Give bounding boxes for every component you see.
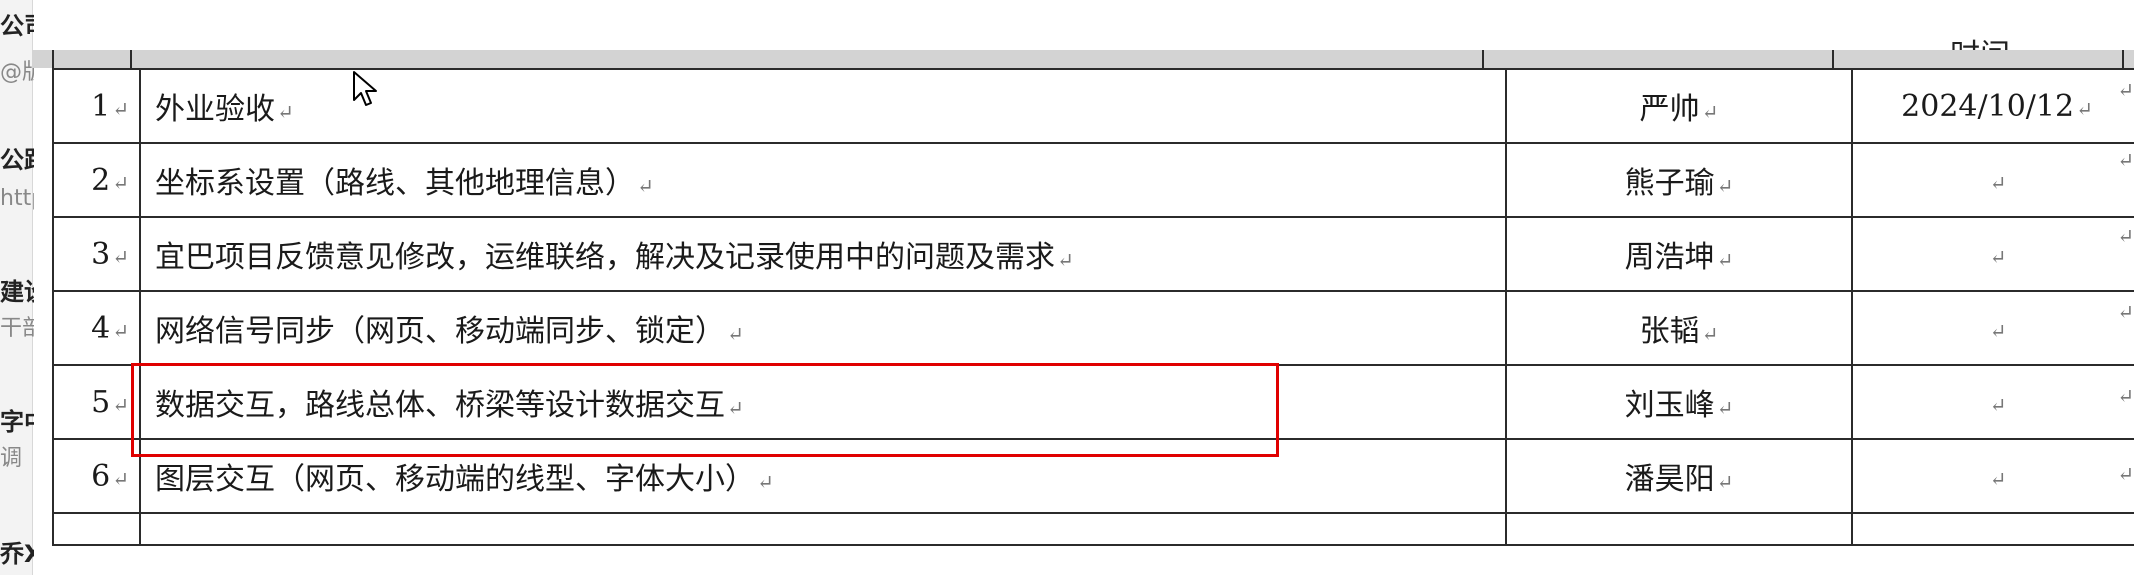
sidebar-fragment: 干部	[0, 316, 34, 341]
time-cell[interactable]: ↵	[1851, 364, 2134, 440]
row-number: 5 ↵	[52, 364, 141, 440]
task-cell[interactable]: 图层交互（网页、移动端的线型、字体大小） ↵	[139, 438, 1507, 514]
paragraph-mark: ↵	[2117, 148, 2134, 172]
sidebar-fragment: 公司	[0, 12, 34, 40]
task-cell[interactable]	[139, 512, 1507, 546]
table-row[interactable]: 2 ↵ 坐标系设置（路线、其他地理信息） ↵ 熊子瑜 ↵ ↵	[52, 142, 2134, 218]
table-border-top	[52, 50, 54, 68]
row-number: 2 ↵	[52, 142, 141, 218]
sidebar-fragment: 建设	[0, 278, 34, 306]
person-cell[interactable]: 熊子瑜 ↵	[1505, 142, 1853, 218]
task-cell[interactable]: 数据交互，路线总体、桥梁等设计数据交互 ↵	[139, 364, 1507, 440]
table-border-top	[130, 50, 132, 68]
table-row-partial[interactable]	[52, 512, 2134, 546]
time-cell[interactable]	[1851, 512, 2134, 546]
paragraph-mark: ↵	[2117, 78, 2134, 102]
sidebar-fragment: 字中	[0, 408, 34, 436]
mouse-cursor-icon	[353, 71, 377, 106]
sidebar-fragment: 公路	[0, 146, 34, 174]
person-cell[interactable]: 严帅 ↵	[1505, 68, 1853, 144]
paragraph-mark: ↵	[2117, 300, 2134, 324]
time-cell[interactable]: ↵	[1851, 142, 2134, 218]
sidebar-fragment: 调	[0, 446, 23, 471]
person-cell[interactable]: 张韬 ↵	[1505, 290, 1853, 366]
time-cell[interactable]: ↵	[1851, 438, 2134, 514]
row-number: 6 ↵	[52, 438, 141, 514]
table-row[interactable]: 4 ↵ 网络信号同步（网页、移动端同步、锁定） ↵ 张韬 ↵ ↵	[52, 290, 2134, 366]
task-cell[interactable]: 坐标系设置（路线、其他地理信息） ↵	[139, 142, 1507, 218]
left-sidebar-clipped: 公司 @版 公路 http 建设 干部 字中 调 乔X	[0, 0, 34, 575]
person-cell[interactable]: 潘昊阳 ↵	[1505, 438, 1853, 514]
task-cell[interactable]: 外业验收 ↵	[139, 68, 1507, 144]
person-cell[interactable]	[1505, 512, 1853, 546]
row-number	[52, 512, 141, 546]
row-number: 4 ↵	[52, 290, 141, 366]
time-cell[interactable]: ↵	[1851, 290, 2134, 366]
row-number: 1 ↵	[52, 68, 141, 144]
ruler-band	[32, 50, 2134, 68]
row-number: 3 ↵	[52, 216, 141, 292]
sidebar-fragment: 乔X	[0, 540, 34, 568]
paragraph-mark: ↵	[2117, 384, 2134, 408]
sidebar-fragment: http	[0, 186, 34, 211]
column-header-time-partial: 时间↵	[1950, 30, 2029, 50]
time-cell[interactable]: ↵	[1851, 216, 2134, 292]
table-border-top	[1482, 50, 1484, 68]
table-row[interactable]: 6 ↵ 图层交互（网页、移动端的线型、字体大小） ↵ 潘昊阳 ↵ ↵	[52, 438, 2134, 514]
table-border-top	[1832, 50, 1834, 68]
table-row[interactable]: 3 ↵ 宜巴项目反馈意见修改，运维联络，解决及记录使用中的问题及需求 ↵ 周浩坤 ↵ …	[52, 216, 2134, 292]
person-cell[interactable]: 周浩坤 ↵	[1505, 216, 1853, 292]
paragraph-mark: ↵	[2117, 462, 2134, 486]
right-edge-marks: ↵ ↵ ↵ ↵ ↵ ↵	[2117, 0, 2134, 575]
task-cell[interactable]: 宜巴项目反馈意见修改，运维联络，解决及记录使用中的问题及需求 ↵	[139, 216, 1507, 292]
sidebar-fragment: @版	[0, 60, 34, 85]
time-cell[interactable]: 2024/10/12 ↵	[1851, 68, 2134, 144]
person-cell[interactable]: 刘玉峰 ↵	[1505, 364, 1853, 440]
task-table: 1 ↵ 外业验收 ↵ 严帅 ↵ 2024/10/12 ↵ 2 ↵ 坐标系设置（路线、其他地…	[52, 68, 2134, 546]
task-cell[interactable]: 网络信号同步（网页、移动端同步、锁定） ↵	[139, 290, 1507, 366]
table-row[interactable]: 5 ↵ 数据交互，路线总体、桥梁等设计数据交互 ↵ 刘玉峰 ↵ ↵	[52, 364, 2134, 440]
paragraph-mark: ↵	[2117, 224, 2134, 248]
